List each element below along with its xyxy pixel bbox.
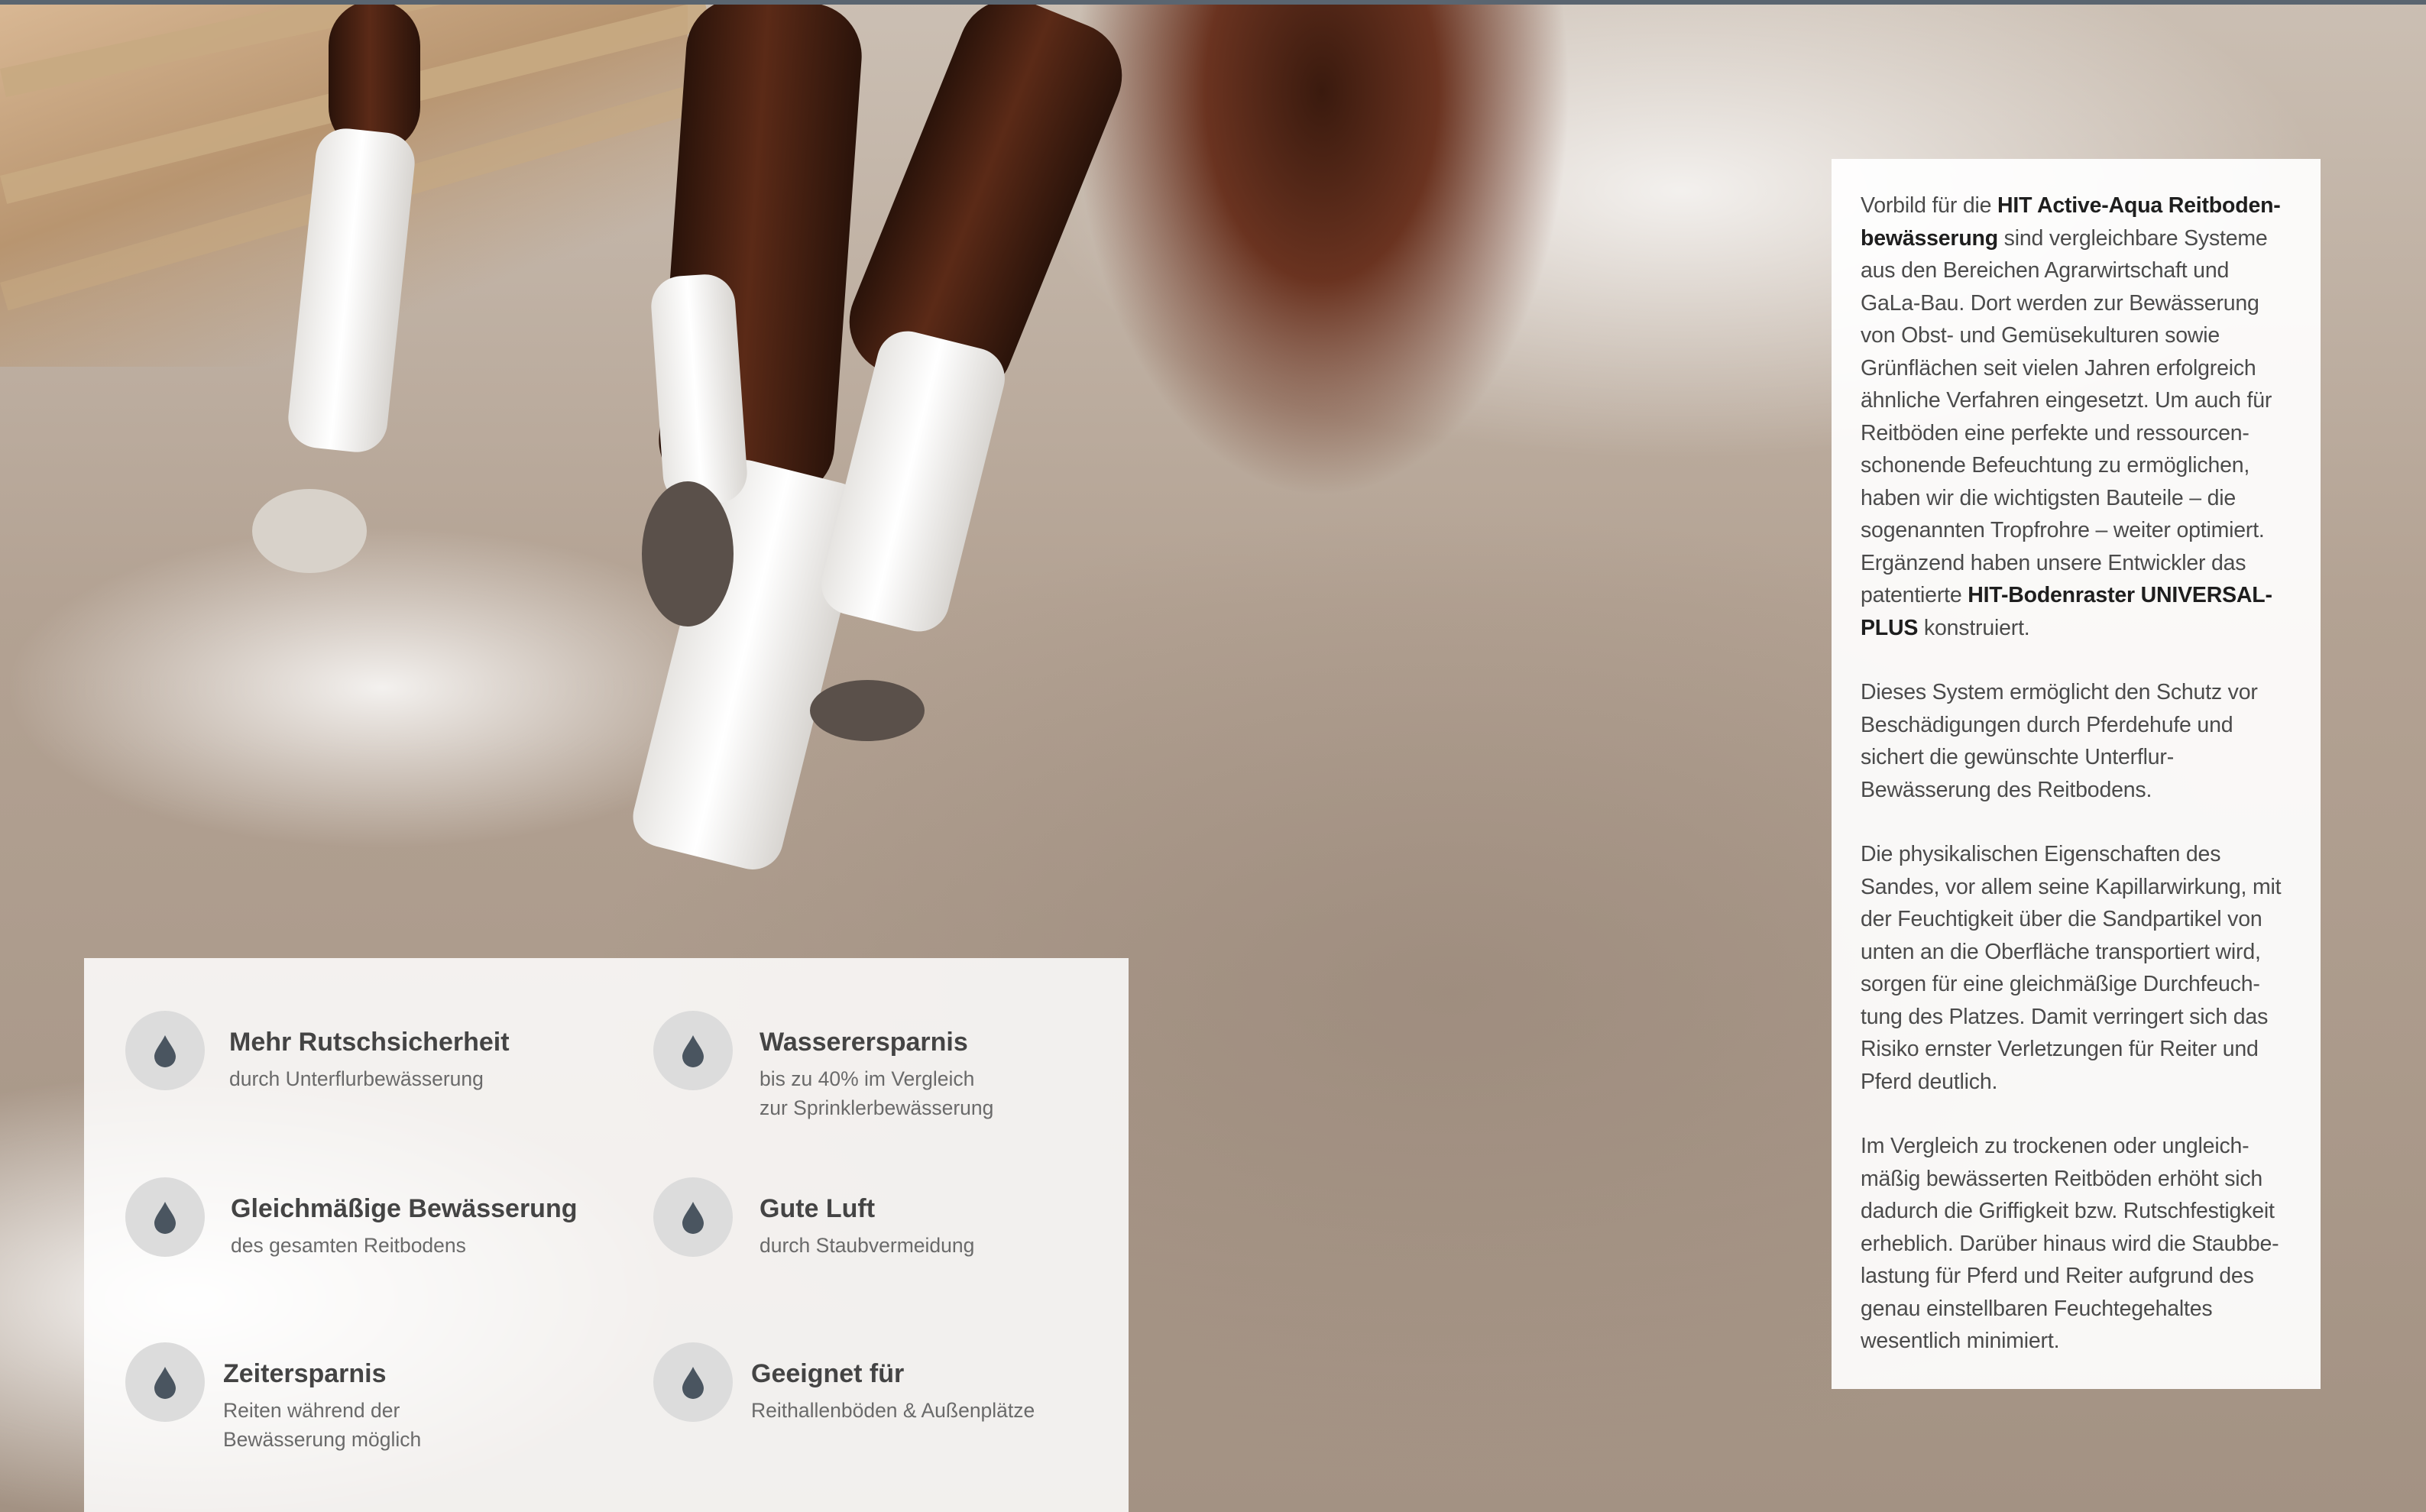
water-drop-icon: [154, 1367, 176, 1399]
hoof: [252, 489, 367, 573]
feature-title: Wasserersparnis: [760, 1028, 968, 1057]
article-paragraph-4: Im Vergleich zu trockenen oder ungleich-…: [1861, 1134, 2279, 1353]
water-drop-icon: [682, 1035, 704, 1067]
article-paragraph-3: Die physikalischen Eigenschaften des San…: [1861, 842, 2282, 1094]
water-drop-icon: [682, 1202, 704, 1234]
article-text-panel: Vorbild für die HIT Active-Aqua Reitbode…: [1832, 159, 2321, 1389]
water-drop-icon: [154, 1202, 176, 1234]
leg-bandage: [649, 272, 750, 507]
feature-subtitle: Reithallenböden & Außenplätze: [751, 1399, 1035, 1422]
feature-icon-circle: [125, 1177, 205, 1257]
feature-icon-circle: [125, 1342, 205, 1422]
feature-subtitle: durch Unterflurbewässerung: [229, 1067, 484, 1090]
hoof: [642, 481, 734, 626]
feature-title: Mehr Rutschsicherheit: [229, 1028, 510, 1057]
feature-title: Gleichmäßige Bewässerung: [231, 1194, 578, 1223]
horse-tail: [1070, 0, 1696, 626]
feature-title: Geeignet für: [751, 1359, 905, 1388]
feature-icon-circle: [125, 1011, 205, 1090]
leg-bandage: [815, 325, 1012, 638]
feature-subtitle: durch Staubvermeidung: [760, 1234, 975, 1257]
feature-icon-circle: [653, 1177, 733, 1257]
feature-subtitle: Reiten während der Bewässerung möglich: [223, 1399, 422, 1451]
feature-icon-circle: [653, 1342, 733, 1422]
water-drop-icon: [682, 1367, 704, 1399]
feature-icon-circle: [653, 1011, 733, 1090]
article-paragraph-2: Dieses System ermöglicht den Schutz vor …: [1861, 680, 2258, 802]
hoof: [810, 680, 925, 741]
feature-subtitle: des gesamten Reitbodens: [231, 1234, 466, 1257]
feature-subtitle: bis zu 40% im Vergleich zur Sprinklerbewä…: [760, 1067, 994, 1119]
feature-title: Zeitersparnis: [223, 1359, 387, 1388]
article-paragraph-1: Vorbild für die HIT Active-Aqua Reitbode…: [1861, 193, 2281, 640]
top-bar: [0, 0, 2426, 5]
feature-title: Gute Luft: [760, 1194, 876, 1223]
features-panel: Mehr Rutschsicherheit durch Unterflurbew…: [84, 958, 1129, 1512]
water-drop-icon: [154, 1035, 176, 1067]
